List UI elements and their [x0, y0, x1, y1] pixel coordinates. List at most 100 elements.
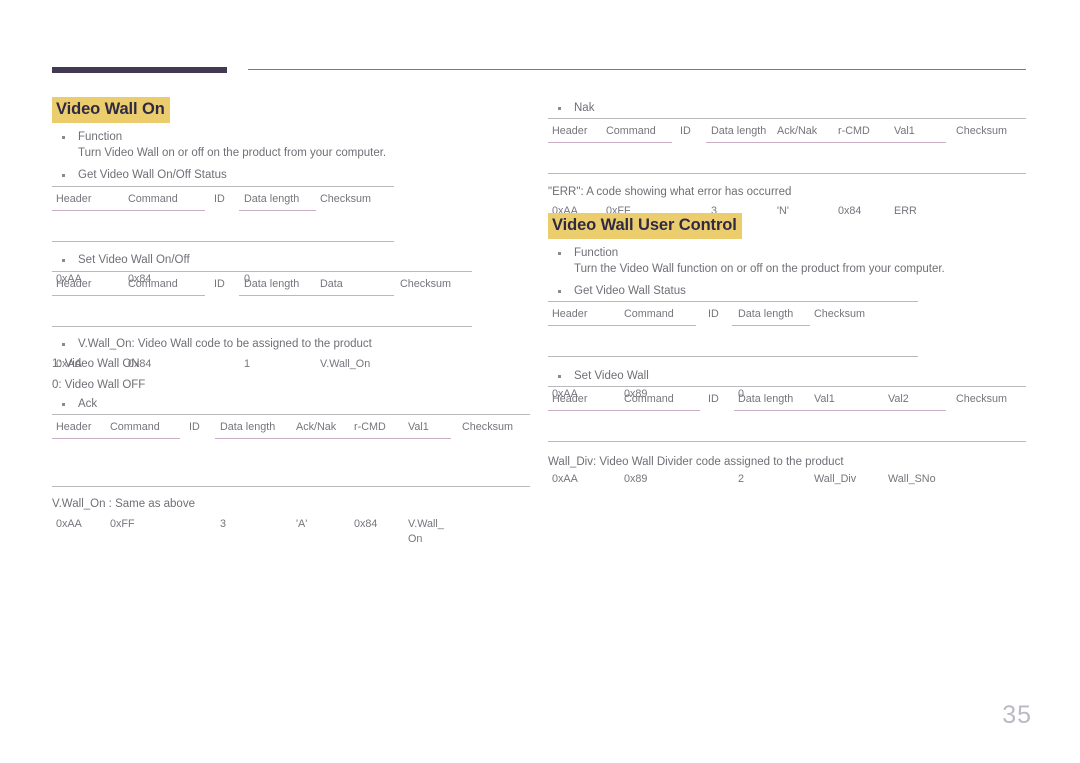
- table-header-row: Header Command ID Data length Ack/Nak r-…: [52, 414, 530, 487]
- set-video-wall-bullet: Set Video Wall: [548, 368, 1054, 385]
- th-checksum: Checksum: [320, 193, 372, 205]
- table-rule-bottom: [52, 486, 530, 487]
- table-rule-mid-right: [706, 142, 946, 143]
- th-val1: Val1: [408, 421, 429, 433]
- td-val1: Wall_Div: [814, 473, 857, 485]
- td-ack-nak: 'A': [296, 518, 308, 530]
- th-id: ID: [214, 278, 225, 290]
- td-data-length: 2: [738, 473, 745, 485]
- function-description: Turn Video Wall on or off on the product…: [78, 147, 387, 159]
- th-ack-nak: Ack/Nak: [296, 421, 337, 433]
- th-r-cmd: r-CMD: [838, 125, 870, 137]
- th-val2: Val2: [888, 393, 909, 405]
- nak-bullet: Nak: [548, 100, 1054, 117]
- th-data: Data: [320, 278, 343, 290]
- th-command: Command: [606, 125, 656, 137]
- td-header: 0xAA: [56, 518, 82, 530]
- nak-label: Nak: [574, 102, 595, 114]
- td-header: 0xAA: [552, 473, 578, 485]
- page-number: 35: [1002, 701, 1032, 729]
- th-id: ID: [214, 193, 225, 205]
- table-header-row: Header Command ID Data length Ack/Nak r-…: [548, 118, 1026, 174]
- th-header: Header: [56, 421, 92, 433]
- function-description: Turn the Video Wall function on or off o…: [574, 263, 945, 275]
- table-header-row: Header Command ID Data length Checksum: [548, 301, 918, 357]
- get-video-wall-status-table: Header Command ID Data length Checksum 0…: [52, 186, 394, 285]
- th-command: Command: [624, 308, 674, 320]
- th-header: Header: [552, 308, 588, 320]
- th-val1: Val1: [894, 125, 915, 137]
- th-id: ID: [708, 393, 719, 405]
- th-data-length: Data length: [244, 278, 300, 290]
- set-video-wall-table: Header Command ID Data length Val1 Val2 …: [548, 386, 1026, 485]
- th-data-length: Data length: [711, 125, 767, 137]
- table-rule-mid-right: [215, 438, 451, 439]
- th-checksum: Checksum: [956, 125, 1008, 137]
- get-status-bullet: Get Video Wall On/Off Status: [52, 167, 548, 184]
- th-id: ID: [708, 308, 719, 320]
- table-rule-mid-left: [548, 142, 672, 143]
- th-command: Command: [110, 421, 160, 433]
- td-ack-nak: 'N': [777, 205, 789, 217]
- code-note-bullet: V.Wall_On: Video Wall code to be assigne…: [52, 336, 548, 353]
- table-rule-mid-right: [734, 410, 946, 411]
- td-val1: V.Wall_ On: [408, 518, 444, 545]
- table-header-row: Header Command ID Data length Val1 Val2 …: [548, 386, 1026, 442]
- get-status-bullet: Get Video Wall Status: [548, 283, 1054, 300]
- page-title-video-wall-on: Video Wall On: [52, 97, 170, 124]
- th-data-length: Data length: [738, 393, 794, 405]
- th-val1: Val1: [814, 393, 835, 405]
- function-bullet: Function: [52, 129, 548, 146]
- code-off-text: 0: Video Wall OFF: [52, 379, 146, 391]
- th-data-length: Data length: [220, 421, 276, 433]
- header-accent-bar: [52, 67, 227, 73]
- td-val2: Wall_SNo: [888, 473, 936, 485]
- td-command: 0xFF: [110, 518, 135, 530]
- ack-table: Header Command ID Data length Ack/Nak r-…: [52, 414, 530, 545]
- th-ack-nak: Ack/Nak: [777, 125, 818, 137]
- function-label: Function: [78, 131, 123, 143]
- td-data: V.Wall_On: [320, 358, 371, 370]
- td-r-cmd: 0x84: [838, 205, 862, 217]
- table-rule-bottom: [548, 441, 1026, 442]
- th-command: Command: [128, 193, 178, 205]
- td-data-length: 3: [220, 518, 227, 530]
- set-video-wall-label: Set Video Wall On/Off: [78, 254, 190, 266]
- th-data-length: Data length: [244, 193, 300, 205]
- th-id: ID: [680, 125, 691, 137]
- header-divider-line: [248, 69, 1026, 70]
- set-video-wall-label: Set Video Wall: [574, 370, 649, 382]
- table-rule-bottom: [52, 326, 472, 327]
- table-rule-bottom: [548, 173, 1026, 174]
- get-status-label: Get Video Wall On/Off Status: [78, 169, 227, 181]
- th-header: Header: [56, 193, 92, 205]
- td-command: 0x89: [624, 473, 648, 485]
- table-rule-mid-right: [732, 325, 810, 326]
- table-rule-mid-left: [52, 295, 205, 296]
- td-val1: ERR: [894, 205, 917, 217]
- th-command: Command: [128, 278, 178, 290]
- table-rule-mid-left: [548, 410, 700, 411]
- table-rule-mid-right: [239, 210, 316, 211]
- th-r-cmd: r-CMD: [354, 421, 386, 433]
- th-checksum: Checksum: [956, 393, 1008, 405]
- table-rule-mid-right: [239, 295, 394, 296]
- th-header: Header: [552, 393, 588, 405]
- err-note-text: "ERR": A code showing what error has occ…: [548, 186, 792, 198]
- th-header: Header: [56, 278, 92, 290]
- th-data-length: Data length: [738, 308, 794, 320]
- table-rule-mid-left: [548, 325, 696, 326]
- th-command: Command: [624, 393, 674, 405]
- code-on-text: 1: Video Wall ON: [52, 358, 140, 370]
- nak-table: Header Command ID Data length Ack/Nak r-…: [548, 118, 1026, 217]
- function-label: Function: [574, 247, 619, 259]
- table-header-row: Header Command ID Data length Checksum: [52, 186, 394, 242]
- wall-div-note-text: Wall_Div: Video Wall Divider code assign…: [548, 456, 844, 468]
- get-video-wall-status-table: Header Command ID Data length Checksum 0…: [548, 301, 918, 400]
- th-id: ID: [189, 421, 200, 433]
- table-rule-bottom: [548, 356, 918, 357]
- ack-label: Ack: [78, 398, 98, 410]
- ack-note-text: V.Wall_On : Same as above: [52, 498, 195, 510]
- th-checksum: Checksum: [814, 308, 866, 320]
- get-status-label: Get Video Wall Status: [574, 285, 686, 297]
